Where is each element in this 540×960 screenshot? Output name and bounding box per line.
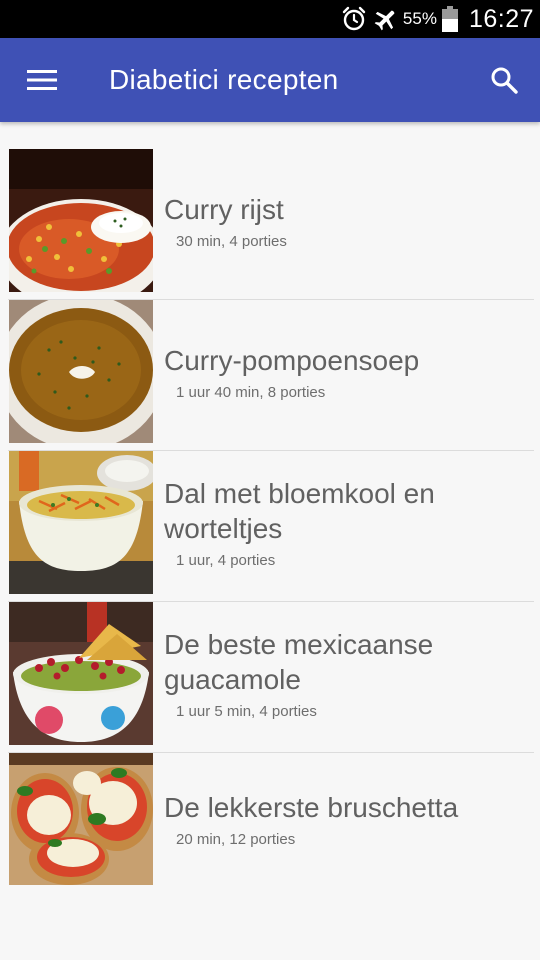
recipe-title: De beste mexicaanse guacamole — [164, 629, 434, 695]
recipe-item-bruschetta[interactable]: De lekkerste bruschetta 20 min, 12 porti… — [8, 753, 534, 904]
recipe-item-curry-pompoensoep[interactable]: Curry-pompoensoep 1 uur 40 min, 8 portie… — [8, 300, 534, 451]
recipe-title: Curry rijst — [164, 193, 284, 225]
alarm-icon — [342, 6, 366, 31]
recipe-image — [9, 149, 153, 292]
recipe-image — [9, 753, 153, 885]
search-button[interactable] — [482, 58, 526, 102]
hamburger-menu-icon — [27, 70, 57, 90]
recipe-meta: 30 min, 4 porties — [176, 232, 287, 250]
recipe-title: Curry-pompoensoep — [164, 344, 420, 376]
recipe-meta: 1 uur, 4 porties — [176, 552, 276, 569]
menu-button[interactable] — [20, 58, 64, 102]
recipe-title: De lekkerste bruschetta — [164, 792, 459, 823]
status-icons: 55% 16:27 — [341, 0, 534, 38]
recipe-text: De beste mexicaanse guacamole 1 uur 5 mi… — [164, 602, 528, 745]
battery-icon — [441, 6, 458, 32]
recipe-item-dal-met-bloemkool[interactable]: Dal met bloemkool en worteltjes 1 uur, 4… — [8, 451, 534, 602]
app-bar: Diabetici recepten — [0, 38, 540, 122]
recipe-image — [9, 602, 153, 745]
recipe-text: Curry-pompoensoep 1 uur 40 min, 8 portie… — [164, 300, 528, 443]
airplane-icon — [374, 10, 395, 31]
recipe-item-curry-rijst[interactable]: Curry rijst 30 min, 4 porties — [8, 149, 534, 300]
recipe-text: De lekkerste bruschetta 20 min, 12 porti… — [164, 753, 528, 885]
recipe-image — [9, 300, 153, 443]
recipe-text: Curry rijst 30 min, 4 porties — [164, 149, 528, 292]
recipe-meta: 1 uur 5 min, 4 porties — [176, 703, 317, 720]
battery-percent: 55% — [402, 9, 437, 28]
search-icon — [491, 67, 518, 94]
recipe-text: Dal met bloemkool en worteltjes 1 uur, 4… — [164, 451, 528, 594]
recipe-item-guacamole[interactable]: De beste mexicaanse guacamole 1 uur 5 mi… — [8, 602, 534, 753]
recipe-meta: 20 min, 12 porties — [176, 831, 296, 848]
recipe-image — [9, 451, 153, 594]
recipe-meta: 1 uur 40 min, 8 porties — [176, 383, 326, 401]
status-clock: 16:27 — [468, 4, 534, 33]
recipe-title: Dal met bloemkool en worteltjes — [164, 478, 435, 544]
status-bar: 55% 16:27 — [0, 0, 540, 38]
app-title: Diabetici recepten — [109, 64, 339, 95]
